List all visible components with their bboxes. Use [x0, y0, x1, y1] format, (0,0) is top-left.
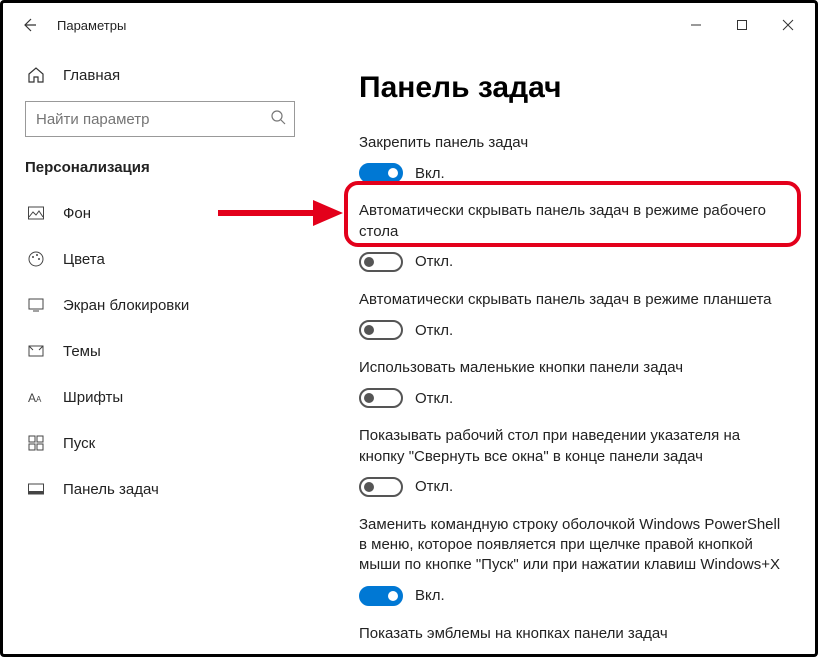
sidebar-item-taskbar[interactable]: Панель задач — [3, 466, 315, 512]
sidebar-item-colors[interactable]: Цвета — [3, 236, 315, 282]
back-button[interactable] — [7, 3, 51, 47]
palette-icon — [25, 250, 47, 268]
toggle-state: Откл. — [415, 478, 453, 495]
setting-label: Автоматически скрывать панель задач в ре… — [359, 201, 783, 242]
sidebar-item-label: Экран блокировки — [63, 297, 189, 314]
setting-label: Автоматически скрывать панель задач в ре… — [359, 290, 783, 310]
search-input[interactable] — [36, 111, 270, 128]
toggle-state: Откл. — [415, 253, 453, 270]
toggle-small-buttons[interactable] — [359, 388, 403, 408]
minimize-button[interactable] — [673, 3, 719, 47]
toggle-powershell[interactable] — [359, 586, 403, 606]
sidebar-item-background[interactable]: Фон — [3, 190, 315, 236]
setting-small-buttons: Использовать маленькие кнопки панели зад… — [359, 358, 783, 408]
svg-text:A: A — [28, 391, 36, 405]
window-title: Параметры — [57, 18, 126, 33]
content: Панель задач Закрепить панель задач Вкл.… — [331, 47, 815, 654]
setting-badges: Показать эмблемы на кнопках панели задач… — [359, 624, 783, 655]
maximize-button[interactable] — [719, 3, 765, 47]
maximize-icon — [736, 19, 748, 31]
toggle-lock-taskbar[interactable] — [359, 163, 403, 183]
sidebar-item-label: Панель задач — [63, 481, 159, 498]
setting-label: Показывать рабочий стол при наведении ук… — [359, 426, 783, 467]
themes-icon — [25, 342, 47, 360]
close-icon — [782, 19, 794, 31]
toggle-state: Откл. — [415, 390, 453, 407]
sidebar-item-label: Цвета — [63, 251, 105, 268]
taskbar-icon — [25, 480, 47, 498]
page-title: Панель задач — [359, 71, 783, 105]
sidebar-home[interactable]: Главная — [3, 53, 315, 97]
sidebar-item-fonts[interactable]: AA Шрифты — [3, 374, 315, 420]
start-icon — [25, 434, 47, 452]
sidebar-item-label: Фон — [63, 205, 91, 222]
toggle-peek-desktop[interactable] — [359, 477, 403, 497]
setting-label: Показать эмблемы на кнопках панели задач — [359, 624, 783, 644]
sidebar-item-start[interactable]: Пуск — [3, 420, 315, 466]
setting-peek-desktop: Показывать рабочий стол при наведении ук… — [359, 426, 783, 497]
toggle-autohide-desktop[interactable] — [359, 252, 403, 272]
titlebar: Параметры — [3, 3, 815, 47]
minimize-icon — [690, 19, 702, 31]
sidebar-item-themes[interactable]: Темы — [3, 328, 315, 374]
toggle-state: Вкл. — [415, 587, 445, 604]
close-button[interactable] — [765, 3, 811, 47]
setting-label: Использовать маленькие кнопки панели зад… — [359, 358, 783, 378]
home-icon — [25, 66, 47, 84]
setting-label: Закрепить панель задач — [359, 133, 783, 153]
setting-powershell: Заменить командную строку оболочкой Wind… — [359, 515, 783, 606]
toggle-state: Вкл. — [415, 165, 445, 182]
svg-text:A: A — [36, 395, 42, 404]
sidebar-category: Персонализация — [3, 151, 315, 190]
search-box[interactable] — [25, 101, 295, 137]
sidebar-item-label: Темы — [63, 343, 101, 360]
setting-lock-taskbar: Закрепить панель задач Вкл. — [359, 133, 783, 183]
toggle-state: Откл. — [415, 322, 453, 339]
sidebar-item-label: Пуск — [63, 435, 95, 452]
fonts-icon: AA — [25, 388, 47, 406]
toggle-autohide-tablet[interactable] — [359, 320, 403, 340]
lockscreen-icon — [25, 296, 47, 314]
search-icon — [270, 109, 286, 130]
sidebar-item-label: Шрифты — [63, 389, 123, 406]
settings-window: Параметры Главная Пер — [0, 0, 818, 657]
picture-icon — [25, 204, 47, 222]
setting-autohide-tablet: Автоматически скрывать панель задач в ре… — [359, 290, 783, 340]
setting-label: Заменить командную строку оболочкой Wind… — [359, 515, 783, 576]
sidebar-item-lockscreen[interactable]: Экран блокировки — [3, 282, 315, 328]
sidebar-nav: Фон Цвета Экран блокировки Темы AA Шрифт… — [3, 190, 315, 512]
arrow-left-icon — [21, 17, 37, 33]
sidebar: Главная Персонализация Фон Цвета — [3, 47, 331, 654]
sidebar-home-label: Главная — [63, 67, 120, 84]
setting-autohide-desktop: Автоматически скрывать панель задач в ре… — [359, 201, 783, 272]
